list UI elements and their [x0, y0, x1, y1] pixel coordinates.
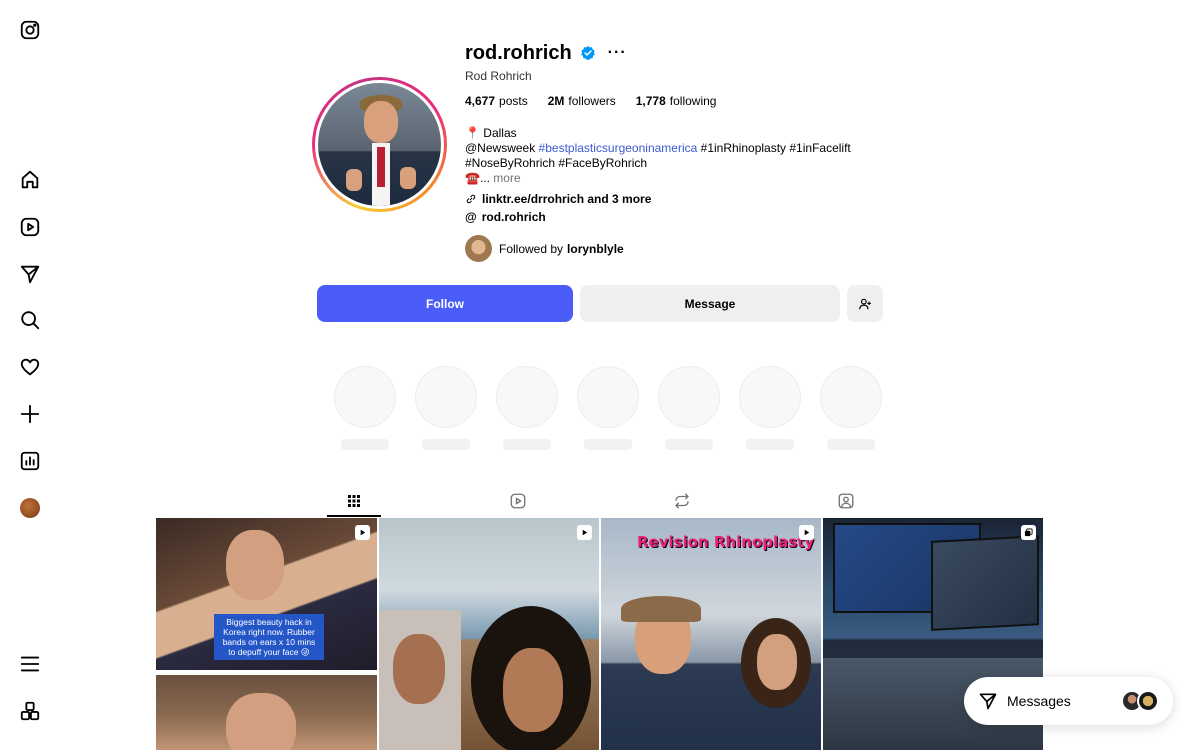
highlight-label-placeholder [503, 439, 551, 450]
reels-icon [510, 493, 526, 509]
repost-icon [675, 493, 689, 509]
link-chain-icon [466, 194, 476, 204]
followers-count-label: followers [568, 94, 616, 108]
message-button[interactable]: Message [580, 285, 840, 322]
threads-icon: @ [465, 210, 477, 224]
avatar [20, 498, 40, 518]
profile-stats: 4,677 posts 2M followers 1,778 following [465, 94, 716, 108]
tab-tagged[interactable] [819, 486, 873, 516]
posts-count: 4,677 posts [465, 94, 528, 108]
threads-handle: rod.rohrich [481, 210, 546, 224]
post-tile[interactable] [156, 675, 377, 750]
bio-hashtag-link[interactable]: #bestplasticsurgeoninamerica [539, 141, 698, 155]
messages-floating-button[interactable]: Messages [964, 677, 1173, 725]
verified-badge-icon [580, 46, 595, 60]
follow-button[interactable]: Follow [317, 285, 573, 322]
profile-bio: 📍 Dallas @Newsweek #bestplasticsurgeonin… [465, 126, 885, 186]
search-icon[interactable] [18, 308, 42, 332]
reels-icon[interactable] [18, 215, 42, 239]
suggested-users-button[interactable] [847, 285, 883, 322]
highlight-label-placeholder [341, 439, 389, 450]
tab-reels[interactable] [491, 486, 545, 516]
username-row: rod.rohrich ··· [465, 40, 627, 66]
posts-count-label: posts [499, 94, 528, 108]
menu-hamburger-icon[interactable] [18, 652, 42, 676]
highlight-placeholder[interactable] [334, 366, 396, 428]
following-count-label: following [669, 94, 717, 108]
followed-by-username: lorynblyle [567, 241, 624, 256]
highlight-placeholder[interactable] [577, 366, 639, 428]
profile-picture-story-ring[interactable] [312, 77, 447, 212]
post-title-overlay: Revision Rhinoplasty [637, 533, 815, 551]
highlight-placeholder[interactable] [415, 366, 477, 428]
highlight-placeholder[interactable] [496, 366, 558, 428]
apps-grid-icon[interactable] [18, 699, 42, 723]
external-link[interactable]: linktr.ee/drrohrich and 3 more [465, 192, 651, 206]
carousel-badge-icon [1021, 525, 1036, 540]
bio-line-2-rest: #1inRhinoplasty #1inFacelift [700, 141, 851, 155]
profile-username: rod.rohrich [465, 41, 572, 64]
create-plus-icon[interactable] [18, 402, 42, 426]
bio-mention-link[interactable]: @Newsweek [465, 141, 535, 155]
highlight-placeholder[interactable] [739, 366, 801, 428]
avatar [1137, 690, 1159, 712]
bio-location: 📍 Dallas [465, 126, 517, 140]
bio-telephone-text: ☎️... [465, 171, 490, 185]
reel-badge-icon [355, 525, 370, 540]
messages-label: Messages [1007, 693, 1071, 709]
instagram-logo-icon[interactable] [18, 18, 42, 42]
profile-picture [318, 83, 441, 206]
post-caption-overlay: Biggest beauty hack in Korea right now. … [214, 614, 324, 660]
home-icon[interactable] [18, 168, 42, 192]
following-count-value: 1,778 [635, 94, 666, 108]
bio-more-link[interactable]: more [493, 171, 520, 185]
post-tile[interactable]: Revision Rhinoplasty [601, 518, 821, 750]
highlight-label-placeholder [584, 439, 632, 450]
post-tile[interactable]: Biggest beauty hack in Korea right now. … [156, 518, 377, 670]
profile-avatar-icon[interactable] [18, 496, 42, 520]
highlight-label-placeholder [422, 439, 470, 450]
threads-profile-link[interactable]: @ rod.rohrich [465, 210, 546, 224]
highlight-label-placeholder [746, 439, 794, 450]
bio-line-2: @Newsweek #bestplasticsurgeoninamerica #… [465, 141, 885, 156]
following-link[interactable]: 1,778 following [636, 94, 717, 108]
followers-link[interactable]: 2M followers [548, 94, 616, 108]
external-link-text: linktr.ee/drrohrich and 3 more [482, 192, 652, 206]
followed-by-avatar [465, 235, 492, 262]
more-options-icon[interactable]: ··· [608, 45, 627, 61]
highlight-label-placeholder [827, 439, 875, 450]
reel-badge-icon [799, 525, 814, 540]
add-user-icon [859, 298, 871, 309]
reel-badge-icon [577, 525, 592, 540]
dashboard-chart-icon[interactable] [18, 449, 42, 473]
highlight-placeholder[interactable] [658, 366, 720, 428]
heart-notifications-icon[interactable] [18, 355, 42, 379]
followed-by-row[interactable]: Followed by lorynblyle [465, 235, 624, 262]
tab-reposts[interactable] [655, 486, 709, 516]
profile-full-name: Rod Rohrich [465, 69, 532, 83]
post-tile[interactable] [379, 518, 599, 750]
bio-line-3: #NoseByRohrich #FaceByRohrich [465, 156, 648, 170]
direct-send-icon[interactable] [18, 262, 42, 286]
messages-avatars [1121, 690, 1159, 712]
active-tab-indicator [327, 515, 381, 517]
posts-count-value: 4,677 [465, 94, 496, 108]
posts-grid-icon [348, 495, 360, 507]
highlight-label-placeholder [665, 439, 713, 450]
highlight-placeholder[interactable] [820, 366, 882, 428]
followed-by-prefix: Followed by [499, 241, 564, 256]
direct-send-icon [979, 693, 997, 710]
posts-grid: Biggest beauty hack in Korea right now. … [156, 518, 1043, 750]
tagged-person-icon [838, 493, 854, 509]
followers-count-value: 2M [547, 94, 565, 108]
bio-line-4: ☎️... more [465, 171, 885, 186]
tab-posts[interactable] [327, 486, 381, 516]
left-navigation-rail [0, 0, 60, 750]
